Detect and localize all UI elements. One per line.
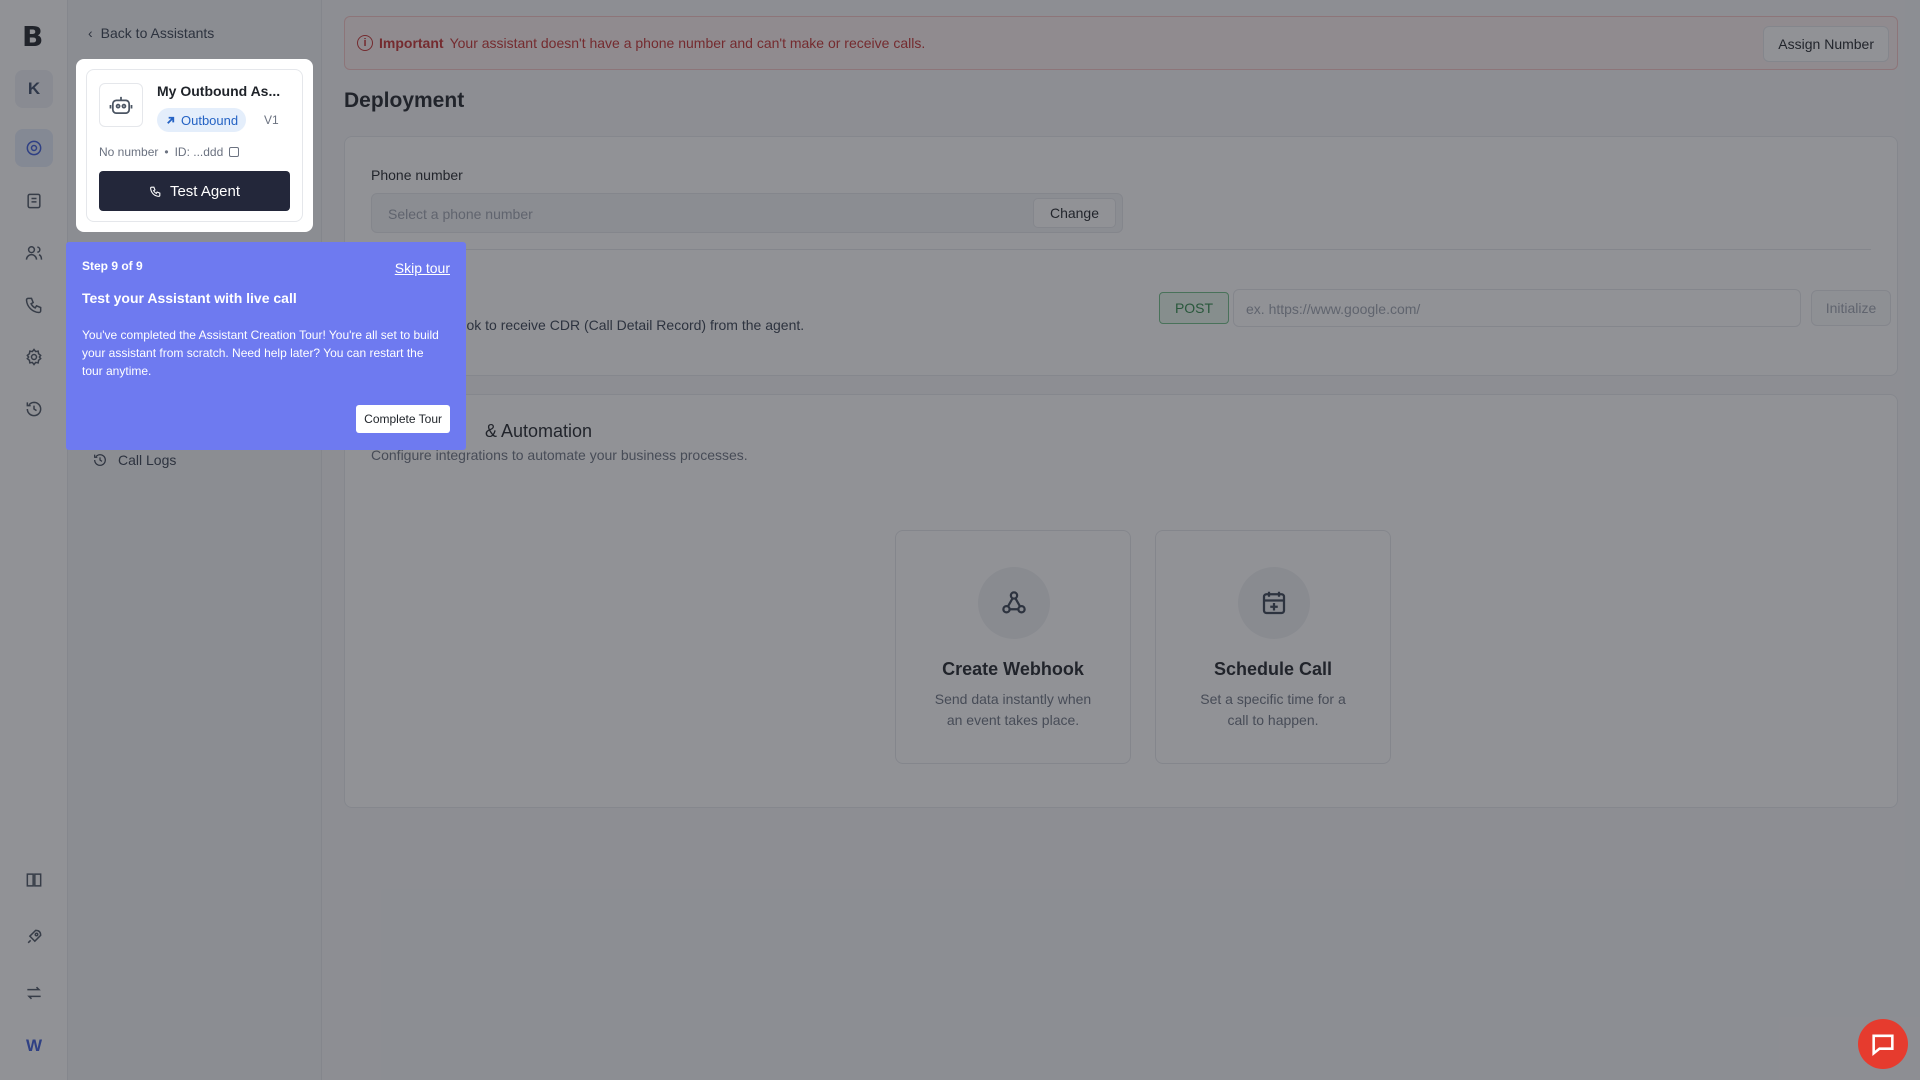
tour-step-counter: Step 9 of 9 (82, 259, 143, 273)
chat-icon (1872, 1034, 1894, 1057)
agent-avatar (99, 83, 143, 127)
direction-label: Outbound (181, 112, 239, 128)
copy-icon[interactable] (229, 147, 240, 157)
agent-number: No number (99, 145, 159, 159)
version-label: V1 (264, 113, 279, 127)
robot-icon (109, 96, 133, 115)
agent-card: My Outbound As... Outbound V1 No number … (86, 69, 303, 222)
tour-title: Test your Assistant with live call (82, 290, 297, 306)
agent-id: ID: ...ddd (174, 145, 224, 159)
tour-spotlight: My Outbound As... Outbound V1 No number … (76, 59, 313, 232)
tour-popover: Step 9 of 9 Skip tour Test your Assistan… (66, 242, 466, 450)
tour-body: You've completed the Assistant Creation … (82, 328, 439, 378)
arrow-up-right-icon (167, 116, 175, 124)
agent-name: My Outbound As... (157, 83, 281, 99)
complete-tour-button[interactable]: Complete Tour (356, 405, 450, 433)
chat-support-button[interactable] (1858, 1019, 1908, 1069)
test-agent-label: Test Agent (169, 182, 241, 200)
phone-icon (150, 186, 161, 197)
test-agent-button[interactable]: Test Agent (99, 171, 290, 211)
skip-tour-link[interactable]: Skip tour (395, 260, 450, 276)
separator: • (164, 145, 169, 159)
direction-badge: Outbound (157, 108, 247, 132)
